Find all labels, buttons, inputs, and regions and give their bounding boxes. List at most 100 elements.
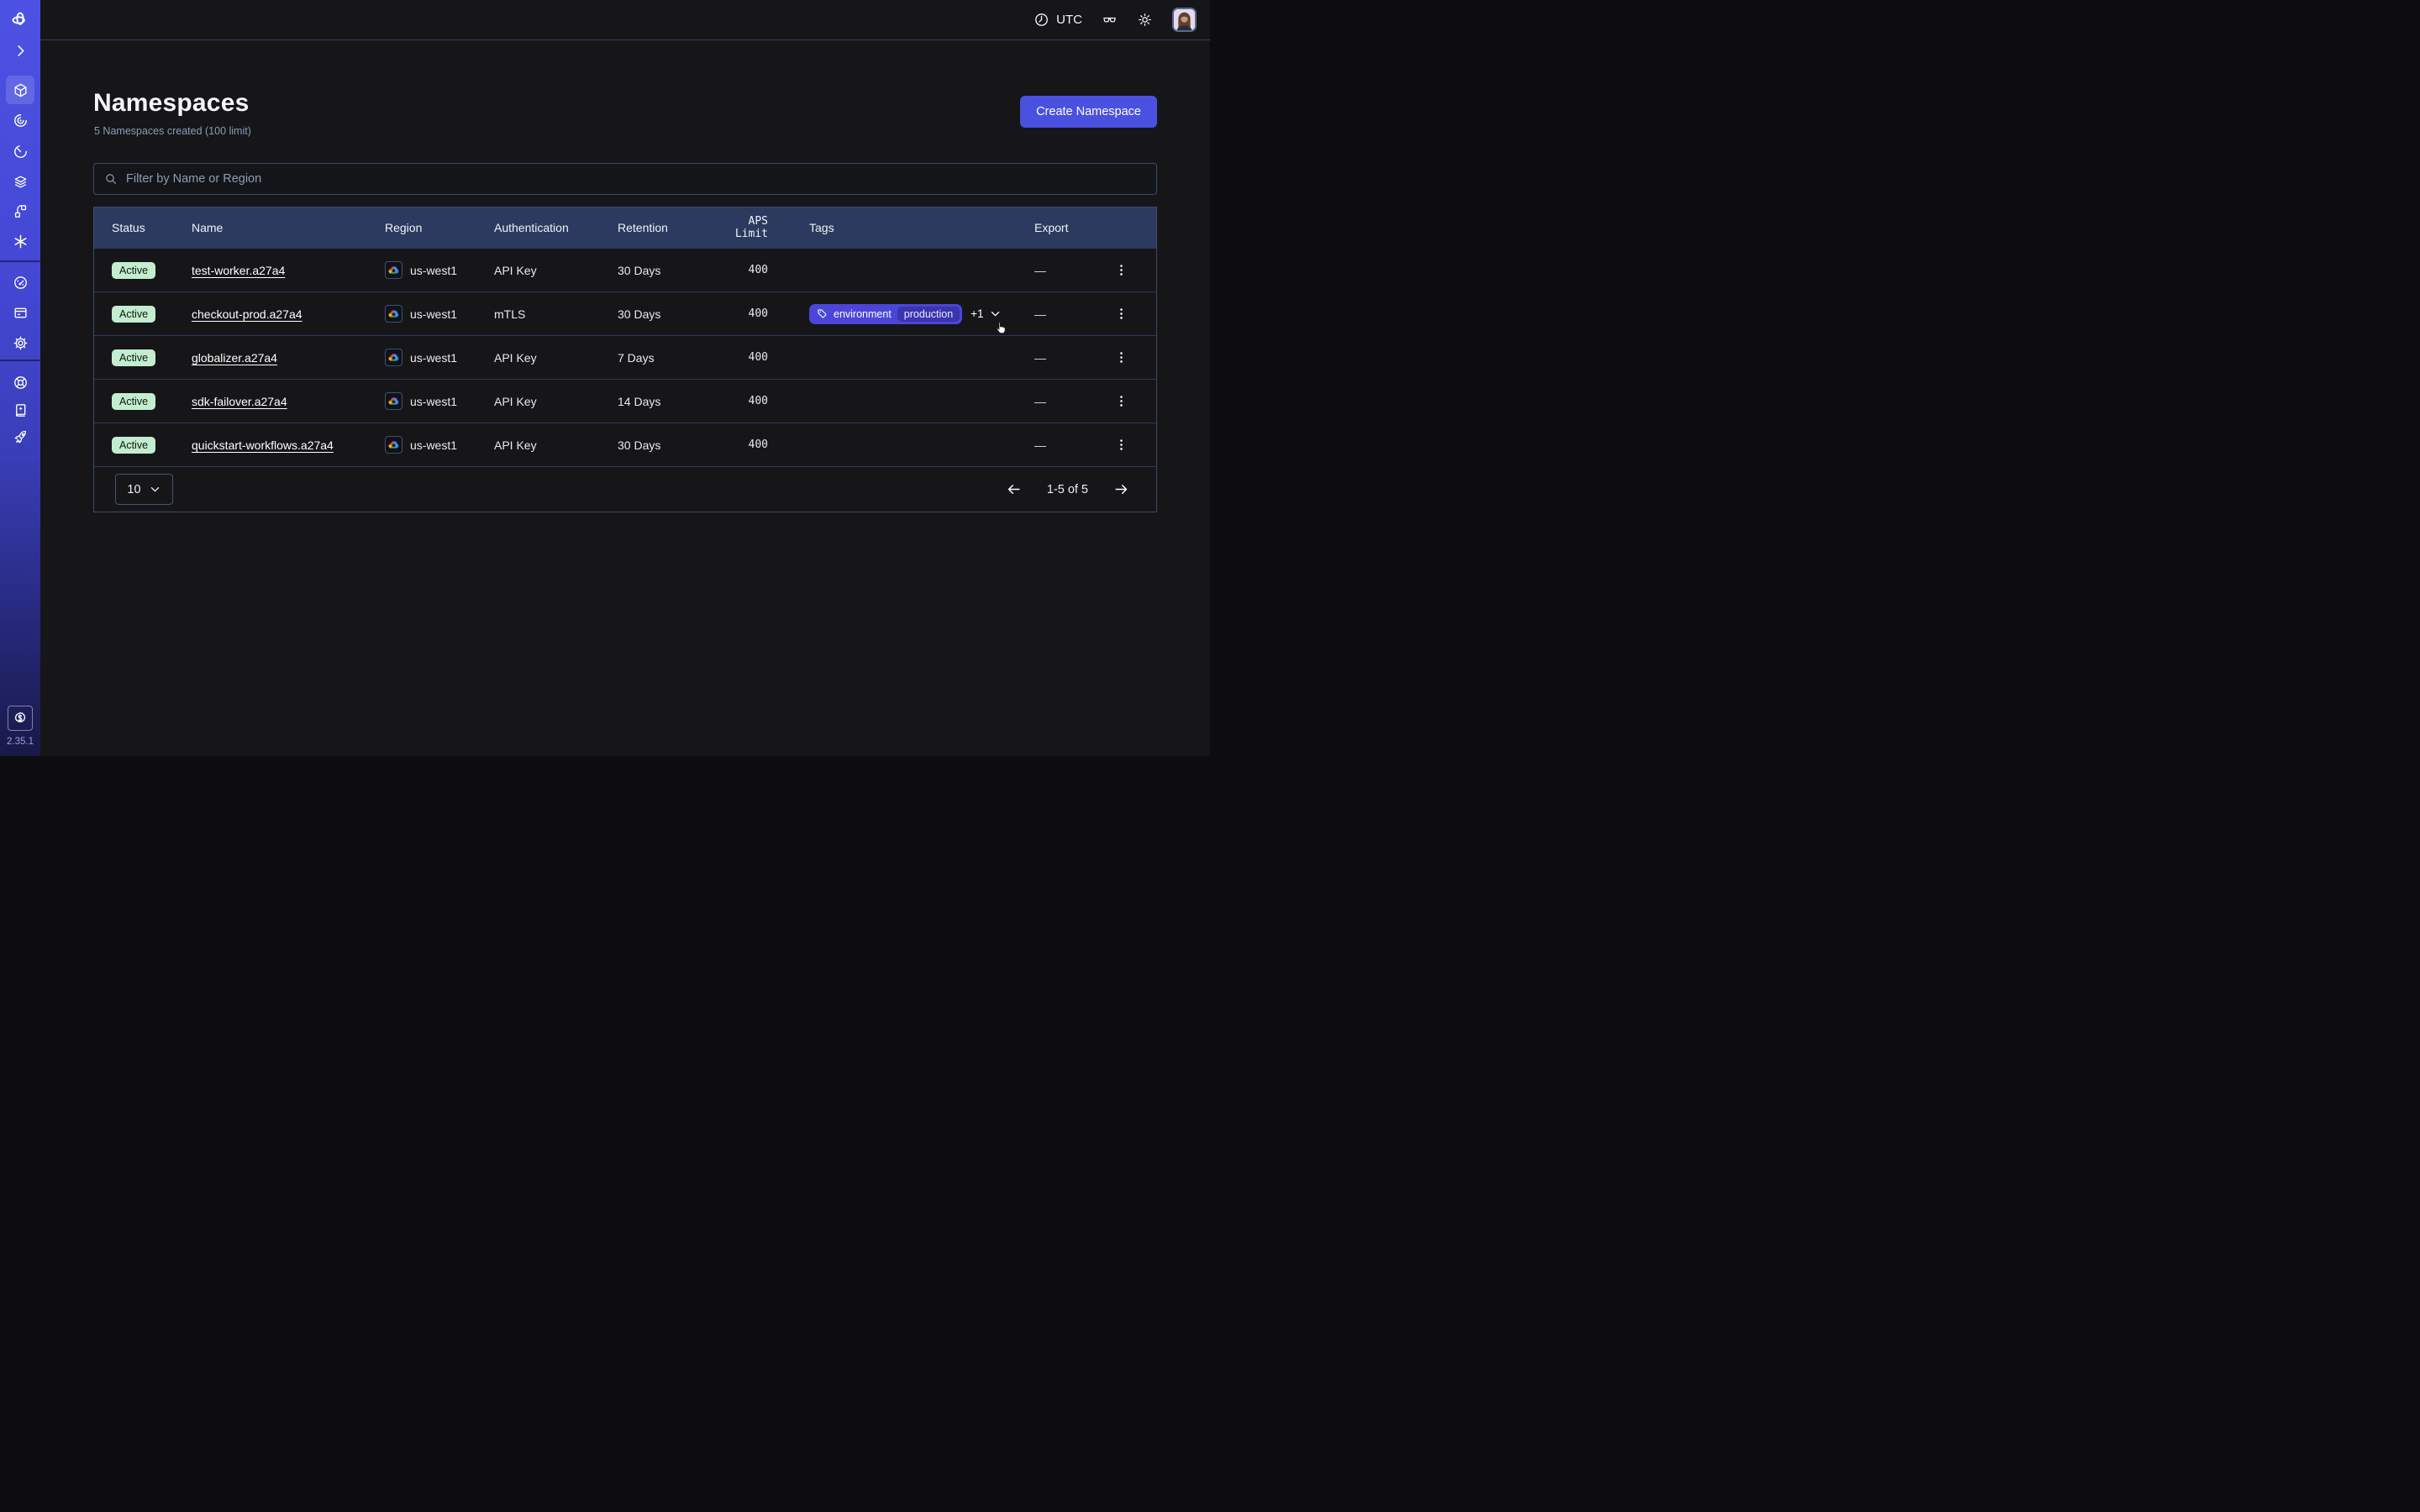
sidebar-item-usage[interactable]	[6, 268, 34, 297]
table-row: Active test-worker.a27a4 us-west1 API Ke…	[94, 248, 1156, 291]
user-avatar[interactable]	[1172, 8, 1197, 32]
region-label: us-west1	[410, 307, 457, 321]
sidebar-divider	[0, 360, 40, 361]
col-region: Region	[385, 221, 494, 234]
avatar-image	[1174, 9, 1195, 30]
rocket-icon	[13, 429, 29, 445]
sidebar-item-namespaces[interactable]	[6, 76, 34, 104]
namespace-link[interactable]: quickstart-workflows.a27a4	[192, 438, 334, 452]
namespace-link[interactable]: sdk-failover.a27a4	[192, 395, 287, 408]
pagination-controls: 1-5 of 5	[1004, 480, 1131, 500]
table-row: Active globalizer.a27a4 us-west1 API Key…	[94, 335, 1156, 379]
namespace-link[interactable]: test-worker.a27a4	[192, 264, 285, 277]
sidebar-item-deployments[interactable]	[6, 167, 34, 196]
status-badge: Active	[112, 349, 155, 366]
auth-value: API Key	[494, 264, 618, 277]
chevron-down-icon	[149, 483, 161, 496]
export-value: —	[1034, 264, 1086, 277]
export-value: —	[1034, 351, 1086, 365]
arrow-right-icon	[1113, 481, 1129, 497]
timer-icon	[13, 144, 29, 160]
gear-icon	[13, 335, 29, 351]
retention-value: 30 Days	[618, 438, 712, 452]
table-row: Active sdk-failover.a27a4 us-west1 API K…	[94, 379, 1156, 423]
retention-value: 7 Days	[618, 351, 712, 365]
aps-value: 400	[712, 395, 809, 407]
row-kebab-menu-button[interactable]	[1110, 346, 1134, 370]
col-export: Export	[1034, 221, 1086, 234]
row-kebab-menu-button[interactable]	[1110, 433, 1134, 457]
auth-value: API Key	[494, 395, 618, 408]
col-name: Name	[192, 221, 385, 234]
gcp-cloud-icon	[385, 261, 402, 279]
timezone-selector[interactable]: UTC	[1034, 12, 1082, 28]
light-mode-sun-icon[interactable]	[1137, 12, 1153, 28]
sidebar-item-nexus[interactable]	[6, 197, 34, 225]
sidebar-item-workflows[interactable]	[6, 106, 34, 134]
sidebar-divider	[0, 260, 40, 262]
auth-value: API Key	[494, 351, 618, 365]
billing-card-icon	[13, 305, 29, 321]
table-footer: 10 1-5 of 5	[94, 466, 1156, 512]
sidebar-expand-chevron-icon[interactable]	[6, 36, 34, 65]
search-icon	[104, 172, 118, 186]
retention-value: 30 Days	[618, 307, 712, 321]
main-content: Namespaces 5 Namespaces created (100 lim…	[40, 40, 1210, 756]
tags-more-toggle[interactable]: +1	[971, 307, 1001, 320]
col-aps-limit: APS Limit	[712, 215, 809, 240]
region-label: us-west1	[410, 264, 457, 277]
export-value: —	[1034, 307, 1086, 321]
page-title: Namespaces	[93, 89, 249, 118]
plan-badge-button[interactable]	[8, 706, 33, 731]
next-page-button[interactable]	[1111, 480, 1131, 500]
tags-more-count: +1	[971, 307, 983, 320]
sidebar-item-settings[interactable]	[6, 328, 34, 357]
namespace-link[interactable]: checkout-prod.a27a4	[192, 307, 302, 321]
reader-glasses-icon[interactable]	[1102, 12, 1118, 28]
tag-key: environment	[834, 308, 892, 320]
table-row: Active checkout-prod.a27a4 us-west1 mTLS…	[94, 291, 1156, 335]
page-size-select[interactable]: 10	[115, 474, 173, 505]
col-retention: Retention	[618, 221, 712, 234]
page-size-value: 10	[127, 483, 140, 496]
aps-value: 400	[712, 264, 809, 276]
gcp-cloud-icon	[385, 436, 402, 454]
workflows-spiral-icon	[13, 113, 29, 129]
sidebar-item-getting-started[interactable]	[6, 423, 34, 451]
prev-page-button[interactable]	[1004, 480, 1024, 500]
sidebar-item-support[interactable]	[6, 368, 34, 396]
branch-icon	[13, 203, 29, 219]
sidebar-item-billing[interactable]	[6, 298, 34, 327]
kebab-icon	[1114, 263, 1128, 277]
filter-input[interactable]	[126, 172, 1146, 186]
col-authentication: Authentication	[494, 221, 618, 234]
row-kebab-menu-button[interactable]	[1110, 259, 1134, 282]
tags-cell: environment production +1	[809, 304, 1034, 324]
tag-pill[interactable]: environment production	[809, 304, 962, 324]
namespace-link[interactable]: globalizer.a27a4	[192, 351, 277, 365]
row-kebab-menu-button[interactable]	[1110, 390, 1134, 413]
dollar-badge-icon	[13, 711, 28, 726]
chevron-down-icon	[989, 307, 1002, 320]
create-namespace-button[interactable]: Create Namespace	[1020, 96, 1157, 128]
sidebar-item-docs[interactable]	[6, 396, 34, 424]
namespaces-table: Status Name Region Authentication Retent…	[93, 207, 1157, 512]
tag-icon	[817, 308, 828, 319]
auth-value: API Key	[494, 438, 618, 452]
aps-value: 400	[712, 351, 809, 364]
row-kebab-menu-button[interactable]	[1110, 302, 1134, 326]
region-label: us-west1	[410, 395, 457, 408]
temporal-logo-icon[interactable]	[6, 6, 34, 34]
kebab-icon	[1114, 438, 1128, 452]
col-status: Status	[112, 221, 192, 234]
sidebar-item-batch[interactable]	[6, 227, 34, 255]
auth-value: mTLS	[494, 307, 618, 321]
pagination-range: 1-5 of 5	[1047, 483, 1088, 496]
timezone-label: UTC	[1056, 13, 1082, 27]
filter-searchbox	[93, 163, 1157, 195]
asterisk-icon	[13, 234, 29, 249]
topbar: UTC	[40, 0, 1210, 40]
sidebar-item-schedules[interactable]	[6, 137, 34, 165]
table-row: Active quickstart-workflows.a27a4 us-wes…	[94, 423, 1156, 466]
status-badge: Active	[112, 262, 155, 279]
